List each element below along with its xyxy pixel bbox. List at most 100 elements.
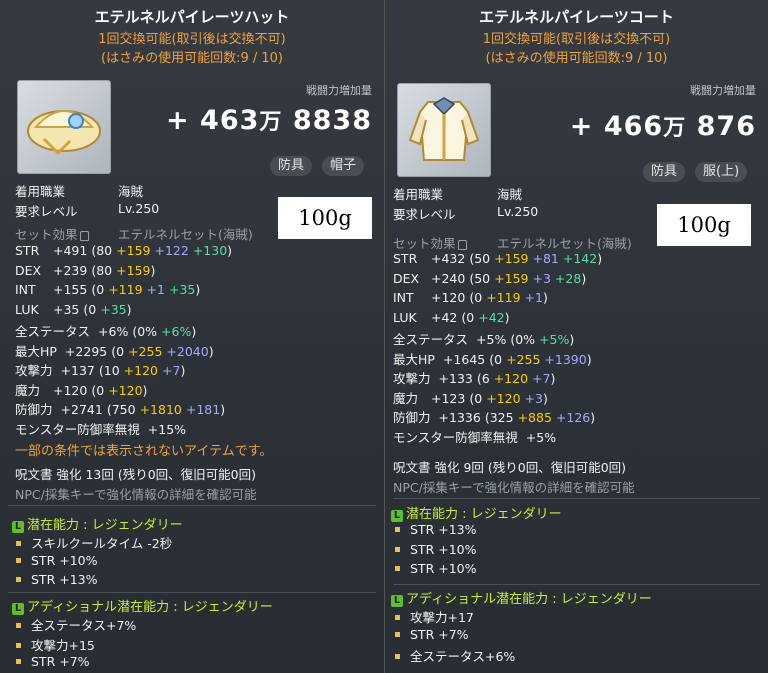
stat-name: 魔力 xyxy=(393,390,419,406)
stat-name: 防御力 xyxy=(393,410,431,425)
cp-unit: 万 xyxy=(663,116,687,141)
list-item-text: STR +13% xyxy=(31,572,98,587)
list-item: STR +7% xyxy=(389,627,469,642)
stat-open: (0 xyxy=(91,382,105,398)
lock-icon xyxy=(79,230,89,241)
stat-name: DEX xyxy=(15,262,42,278)
stat-blue: +1 xyxy=(146,282,165,297)
stat-name: 最大HP xyxy=(15,343,57,359)
stat-total: +123 xyxy=(431,390,466,406)
cp-value: + 466万 876 xyxy=(570,110,756,142)
stat-row: 魔力 +120 (0 +120) xyxy=(15,380,147,399)
stat-row: LUK +35 (0 +35) xyxy=(15,302,132,317)
additional-title: L アディショナル潜在能力 : レジェンダリー xyxy=(391,588,652,607)
stat-row: STR +432 (50 +159 +81 +142) xyxy=(393,251,602,266)
job-label: 着用職業 xyxy=(15,184,66,199)
potential-title: L 潜在能力 : レジェンダリー xyxy=(391,503,562,522)
cp-main: 466 xyxy=(603,111,664,142)
stat-row: 攻撃力 +137 (10 +120 +7) xyxy=(15,360,185,379)
stat-close: ) xyxy=(550,371,556,386)
stat-row: 最大HP +2295 (0 +255 +2040) xyxy=(15,341,214,360)
bullet-icon xyxy=(395,631,400,637)
item-icon-coat xyxy=(397,83,491,177)
stat-open: (10 xyxy=(98,363,120,378)
stat-total: +5% xyxy=(525,429,557,445)
additional-title: L アディショナル潜在能力 : レジェンダリー xyxy=(12,596,273,615)
stat-open: (0 xyxy=(489,351,503,367)
cp-unit: 万 xyxy=(259,110,283,135)
stat-open: (6 xyxy=(476,371,490,386)
hat-icon xyxy=(27,110,101,156)
list-item-text: 攻撃力+17 xyxy=(410,610,474,625)
cp-value: + 463万 8838 xyxy=(166,104,372,136)
coat-icon xyxy=(408,97,480,161)
stat-close: ) xyxy=(542,390,548,406)
stat-name: INT xyxy=(393,290,414,305)
job-value: 海賊 xyxy=(497,187,523,202)
cp-label: 戦闘力増加量 xyxy=(690,84,756,97)
list-item: STR +7% xyxy=(10,654,90,669)
stat-name: STR xyxy=(393,251,418,266)
bullet-icon xyxy=(395,527,400,532)
stat-close: ) xyxy=(590,410,596,425)
stat-close: ) xyxy=(581,270,587,286)
stat-green: +5% xyxy=(539,332,570,347)
stat-total: +432 xyxy=(431,251,466,266)
item-title: エテルネルパイレーツハット xyxy=(94,8,290,26)
stat-row: 最大HP +1645 (0 +255 +1390) xyxy=(393,349,592,368)
stat-name: LUK xyxy=(15,301,39,317)
stat-open: (50 xyxy=(469,270,491,286)
stat-yellow: +159 xyxy=(494,270,529,286)
stat-row: INT +155 (0 +119 +1 +35) xyxy=(15,282,200,297)
legendary-badge-icon: L xyxy=(12,521,24,533)
potential-title-text: 潜在能力 : レジェンダリー xyxy=(406,507,562,522)
stat-blue: +7 xyxy=(532,371,551,386)
stat-yellow: +255 xyxy=(128,343,163,359)
stat-open: (0 xyxy=(83,301,97,317)
stat-name: 攻撃力 xyxy=(393,371,431,386)
stat-yellow: +120 xyxy=(486,390,521,406)
price-note: 100g xyxy=(657,204,751,246)
bullet-icon xyxy=(395,566,400,571)
potential-title: L 潜在能力 : レジェンダリー xyxy=(12,514,183,533)
stat-green: +28 xyxy=(554,270,582,286)
additional-title-text: アディショナル潜在能力 : レジェンダリー xyxy=(27,600,273,615)
list-item-text: STR +7% xyxy=(410,626,469,642)
tag-slot: 帽子 xyxy=(322,156,365,176)
stat-row: 魔力 +123 (0 +120 +3) xyxy=(393,388,548,407)
list-item-text: STR +10% xyxy=(410,541,477,557)
job-value: 海賊 xyxy=(118,184,144,199)
list-item-text: STR +13% xyxy=(410,522,477,537)
stat-yellow: +159 xyxy=(116,243,151,258)
divider xyxy=(8,592,376,593)
stat-name: DEX xyxy=(393,270,420,286)
stat-close: ) xyxy=(227,243,233,258)
stat-open: (0 xyxy=(461,309,475,325)
divider xyxy=(8,505,376,506)
stat-total: +240 xyxy=(431,270,466,286)
stat-close: ) xyxy=(208,343,214,359)
stat-blue: +81 xyxy=(532,251,559,266)
set-effect-label[interactable]: セット効果 xyxy=(15,224,89,243)
cp-rest: 876 xyxy=(696,111,756,142)
bullet-icon xyxy=(395,615,400,620)
cp-main: 463 xyxy=(200,105,260,136)
stat-name: INT xyxy=(15,282,36,297)
list-item-text: 攻撃力+15 xyxy=(31,637,95,653)
set-effect-label[interactable]: セット効果 xyxy=(393,233,467,252)
stat-yellow: +120 xyxy=(108,382,143,398)
list-item: 全ステータス+6% xyxy=(389,646,515,665)
tag-category: 防具 xyxy=(643,162,686,182)
item-tooltip-coat: エテルネルパイレーツコート 1回交換可能(取引後は交換不可) (はさみの使用可能… xyxy=(385,0,768,673)
stat-row: LUK +42 (0 +42) xyxy=(393,310,510,325)
bullet-icon xyxy=(395,546,400,552)
stat-yellow: +159 xyxy=(494,251,529,266)
stat-blue: +3 xyxy=(532,270,551,286)
stat-close: ) xyxy=(569,332,575,347)
stat-green: +130 xyxy=(192,243,228,258)
npc-hint: NPC/採集キーで強化情報の詳細を確認可能 xyxy=(15,487,257,502)
list-item: 全ステータス+7% xyxy=(10,615,136,634)
stat-close: ) xyxy=(504,309,510,325)
stat-row: 全ステータス +6% (0% +6%) xyxy=(15,321,196,340)
stat-total: +1336 xyxy=(438,410,481,425)
